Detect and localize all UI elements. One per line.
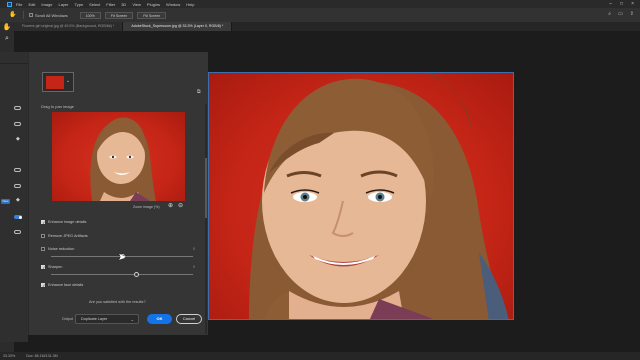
tab-flowers-girl[interactable]: Flowers girl original.jpg @ 49.5% (Backg… [14,22,124,31]
diamond-icon[interactable]: ◆ [16,136,20,142]
cancel-button[interactable]: Cancel [176,314,202,324]
menu-file[interactable]: File [16,2,22,7]
enhance-image-details-option[interactable]: Enhance image details [41,220,87,225]
sharpen-slider-knob[interactable] [133,271,139,277]
zoom-preview[interactable] [52,112,185,201]
divider [23,11,24,19]
thumbnail-image [46,76,64,89]
menu-layer[interactable]: Layer [58,2,68,7]
toggle-switch[interactable] [14,215,22,219]
menu-filter[interactable]: Filter [106,2,115,7]
divider [0,63,28,64]
noise-reduction-option[interactable]: Noise reduction [41,247,74,251]
output-select[interactable]: Duplicate Layer ⌄ [75,314,139,324]
sharpen-checkbox[interactable] [41,265,46,270]
maximize-icon[interactable]: □ [620,1,623,7]
menu-image[interactable]: Image [41,2,52,7]
checkbox-box[interactable] [29,13,33,17]
sharpen-value: 0 [193,265,195,269]
menu-edit[interactable]: Edit [28,2,35,7]
menu-plugins[interactable]: Plugins [147,2,160,7]
remove-jpeg-artifacts-checkbox[interactable] [41,234,45,238]
zoom-level[interactable]: 33.33% [3,354,15,358]
fill-screen-button[interactable]: Fill Screen [137,11,167,19]
visibility-eye-icon[interactable] [14,106,21,110]
enhance-image-details-checkbox[interactable] [41,220,46,225]
preview-portrait-image [90,117,156,201]
document-canvas[interactable] [208,72,514,320]
diamond-icon[interactable]: ◆ [16,197,20,203]
document-tabs: Flowers girl original.jpg @ 49.5% (Backg… [14,22,640,31]
enhance-image-details-label: Enhance image details [48,220,87,224]
visibility-eye-icon[interactable] [14,184,21,188]
enhance-face-details-checkbox[interactable] [41,283,46,288]
side-panel-strip: ◆ New ◆ [0,52,28,342]
satisfied-question: Are you satisfied with the results? [89,300,146,304]
sharpen-option[interactable]: Sharpen [41,265,63,270]
noise-reduction-checkbox[interactable] [41,247,45,251]
menu-window[interactable]: Window [166,2,180,7]
chevron-down-icon: ⌄ [130,317,134,322]
share-icon[interactable]: ⇪ [630,11,634,17]
noise-reduction-value: 0 [193,247,195,251]
photoshop-logo-icon[interactable]: Ps [7,1,12,7]
output-label: Output [62,317,73,321]
super-zoom-dialog: ⌄ ⧉ Drag to pan image Zoom image (%) ⊕ ⊖… [28,52,208,335]
visibility-eye-icon[interactable] [14,168,21,172]
sharpen-label: Sharpen [48,265,63,269]
menu-view[interactable]: View [132,2,141,7]
drag-to-pan-label: Drag to pan image [41,104,74,109]
portrait-image [249,73,509,319]
zoom-tool-icon[interactable]: ⌕ [0,33,14,44]
preset-thumbnail-dropdown[interactable]: ⌄ [42,72,74,92]
visibility-eye-icon[interactable] [14,230,21,234]
menu-help[interactable]: Help [186,2,194,7]
noise-reduction-label: Noise reduction [48,247,75,251]
visibility-eye-icon[interactable] [14,122,21,126]
output-select-value: Duplicate Layer [81,317,108,321]
minimize-icon[interactable]: – [609,1,612,7]
new-badge: New [1,199,10,204]
sharpen-slider-track[interactable] [51,274,193,275]
dialog-scrollbar-thumb[interactable] [205,158,207,218]
scroll-all-windows-label: Scroll All Windows [35,12,68,18]
panel-icon[interactable]: ⧉ [197,89,201,95]
close-icon[interactable]: × [631,1,634,7]
options-right-icons: ⌕ ▭ ⇪ [608,11,634,17]
scroll-all-windows-checkbox[interactable]: Scroll All Windows [29,13,68,18]
chevron-down-icon[interactable]: ⌄ [66,78,70,84]
search-icon[interactable]: ⌕ [608,11,611,17]
options-bar: ✋ Scroll All Windows 100% Fit Screen Fil… [0,8,640,22]
tab-adobestock[interactable]: AdobeStock_Supersoom.jpg @ 33.3% (Layer … [123,22,233,31]
dialog-scrollbar[interactable] [205,104,207,334]
hand-tool-icon[interactable]: ✋ [8,11,18,19]
workspace-icon[interactable]: ▭ [618,11,623,17]
menu-type[interactable]: Type [75,2,84,7]
zoom-in-icon[interactable]: ⊕ [168,202,173,209]
mouse-pointer-icon: ➤ [118,252,127,263]
enhance-face-details-label: Enhance face details [48,283,84,287]
menu-select[interactable]: Select [89,2,100,7]
hand-tool-icon[interactable]: ✋ [0,22,14,33]
menu-bar: Ps File Edit Image Layer Type Select Fil… [0,0,640,8]
enhance-face-details-option[interactable]: Enhance face details [41,283,84,288]
remove-jpeg-artifacts-option[interactable]: Remove JPEG Artifacts [41,234,88,238]
fit-screen-button[interactable]: Fit Screen [104,11,134,19]
window-controls: – □ × [609,1,634,7]
ok-button[interactable]: OK [147,314,172,324]
status-bar: 33.33% Doc: 86.1M/131.3M [0,352,640,360]
remove-jpeg-artifacts-label: Remove JPEG Artifacts [48,234,88,238]
doc-size: Doc: 86.1M/131.3M [26,354,58,358]
zoom-image-label: Zoom image (%) [133,205,160,209]
zoom-out-icon[interactable]: ⊖ [178,202,183,209]
zoom-100-button[interactable]: 100% [79,11,101,19]
menu-3d[interactable]: 3D [121,2,126,7]
